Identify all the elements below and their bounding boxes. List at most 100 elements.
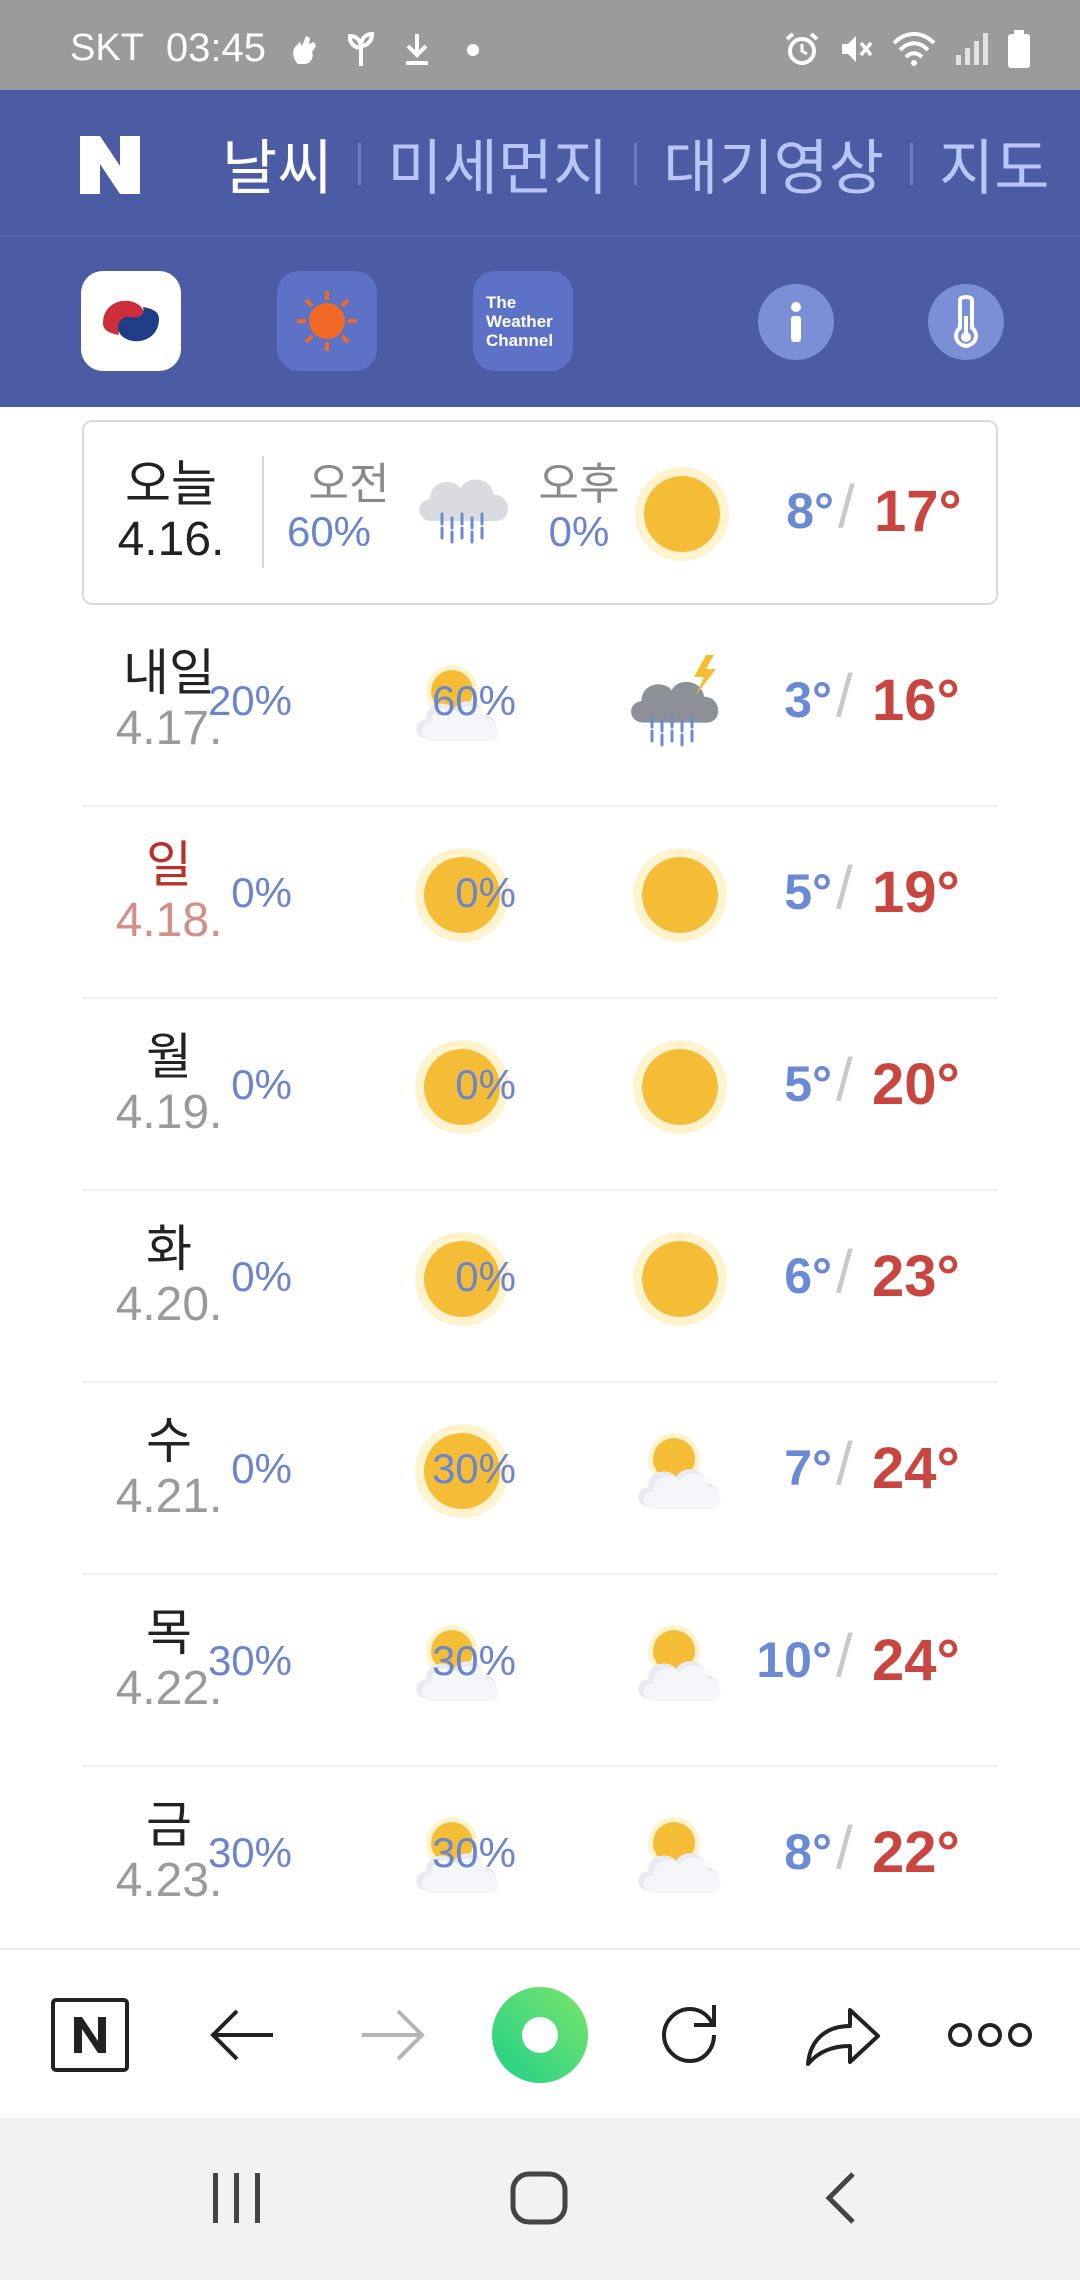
temp-slash: / [836,1430,853,1497]
info-icon[interactable] [758,284,834,360]
pm-precip: 0% [455,1061,516,1108]
pm-precip: 0% [455,869,516,916]
low-temp: 8° [786,483,834,539]
pm-sunny-icon [630,1037,730,1137]
back-arrow-icon[interactable] [192,1985,292,2085]
am-precip: 30% [207,1829,292,1876]
low-temp: 5° [784,1056,832,1112]
pm-sunny-icon [630,845,730,945]
tab-satellite[interactable]: 대기영상 [663,120,884,207]
tab-divider [358,142,362,185]
forecast-row[interactable]: 월 4.19. 0% 0% 5°/20° [82,999,998,1191]
am-precip: 0% [231,1445,292,1492]
carrier-label: SKT [70,27,144,69]
battery-icon [1008,30,1030,68]
temp-slash: / [836,662,853,729]
forecast-row[interactable]: 금 4.23. 30% 30% 8°/22° [82,1767,998,1959]
back-icon[interactable] [796,2158,886,2238]
status-right [784,30,1030,68]
am-precip: 0% [231,1061,292,1108]
kma-emblem-icon [101,291,161,351]
home-icon[interactable] [494,2158,584,2238]
low-temp: 6° [784,1248,832,1304]
recents-icon[interactable] [192,2158,282,2238]
orange-sun-icon [297,291,357,351]
day-date: 4.16. [117,513,225,566]
mute-icon [842,36,873,62]
pm-partly-cloudy-icon [622,1805,722,1905]
tab-fine-dust[interactable]: 미세먼지 [387,120,608,207]
share-icon[interactable] [792,1985,892,2085]
temp-slash: / [838,473,855,540]
low-temp: 10° [756,1632,832,1688]
pm-precip: 30% [431,1637,516,1684]
forward-arrow-icon[interactable] [343,1985,443,2085]
hand-icon [293,35,317,64]
high-temp: 24° [872,1436,960,1501]
forecast-row[interactable]: 수 4.21. 0% 30% 7°/24° [82,1383,998,1575]
tab-map[interactable]: 지도 [939,120,1049,207]
wifi-icon [892,32,936,66]
status-bar: SKT 03:45 [0,0,1080,90]
low-temp: 5° [784,864,832,920]
temp-slash: / [836,1622,853,1689]
am-precip: 0% [231,1253,292,1300]
high-temp: 17° [874,479,962,544]
forecast-row[interactable]: 일 4.18. 0% 0% 5°/19° [82,807,998,999]
low-temp: 7° [784,1440,832,1496]
android-navigation-bar [0,2118,1080,2280]
temp-slash: / [836,1814,853,1881]
pm-precip: 0% [455,1253,516,1300]
sun-provider-icon[interactable] [277,271,377,371]
day-name: 오늘 [125,456,217,512]
alarm-icon [785,32,819,65]
the-weather-channel-logo[interactable]: The Weather Channel [473,271,573,371]
tab-divider [634,142,638,185]
high-temp: 22° [872,1820,960,1885]
am-precip: 20% [207,677,292,724]
thermometer-glyph-icon [954,295,978,349]
temp-slash: / [836,1238,853,1305]
pm-precip: 30% [431,1829,516,1876]
refresh-icon[interactable] [640,1985,740,2085]
pm-partly-cloudy-icon [622,1613,722,1713]
forecast-row[interactable]: 목 4.22. 30% 30% 10°/24° [82,1575,998,1767]
pm-precip: 60% [431,677,516,724]
pm-precip: 0% [548,508,610,555]
top-navigation: 날씨 미세먼지 대기영상 지도 [0,90,1080,235]
nav-tabs: 날씨 미세먼지 대기영상 지도 [222,120,1049,207]
browser-toolbar [0,1948,1080,2118]
sprout-icon [347,31,375,66]
thermometer-icon[interactable] [928,284,1004,360]
korea-meteorological-icon[interactable] [81,271,181,371]
info-glyph-icon [791,302,801,342]
weather-app-screen: SKT 03:45 날씨 미세먼지 대기영상 지도 The Weather Ch… [0,0,1080,2280]
temp-slash: / [836,854,853,921]
pm-partly-cloudy-icon [622,1421,722,1521]
am-precip: 30% [207,1637,292,1684]
more-icon[interactable] [940,1985,1040,2085]
am-label: 오전 [308,460,390,509]
today-forecast-card[interactable]: 오늘 4.16. 오전 60% 오후 0% 8°/ 17° [82,420,998,605]
forecast-row[interactable]: 화 4.20. 0% 0% 6°/23° [82,1191,998,1383]
high-temp: 16° [872,668,960,733]
status-left: SKT 03:45 [70,26,490,71]
signal-icon [956,33,988,65]
provider-selector: The Weather Channel [0,237,1080,641]
tab-divider [910,142,914,185]
download-icon [406,33,429,65]
clock: 03:45 [165,26,267,70]
low-temp: 8° [784,1824,832,1880]
forecast-row[interactable]: 내일 4.17. 20% 60% 3°/16° [82,615,998,807]
pm-label: 오후 [538,460,620,509]
tab-weather[interactable]: 날씨 [222,120,332,207]
green-dot-icon[interactable] [490,1985,590,2085]
naver-logo[interactable] [80,136,140,194]
naver-home-icon[interactable] [40,1985,140,2085]
day-label: 오늘 4.16. [76,456,266,568]
pm-sunny-icon [630,1229,730,1329]
temp-slash: / [836,1046,853,1113]
high-temp: 23° [872,1244,960,1309]
high-temp: 24° [872,1628,960,1693]
pm-precip: 30% [431,1445,516,1492]
